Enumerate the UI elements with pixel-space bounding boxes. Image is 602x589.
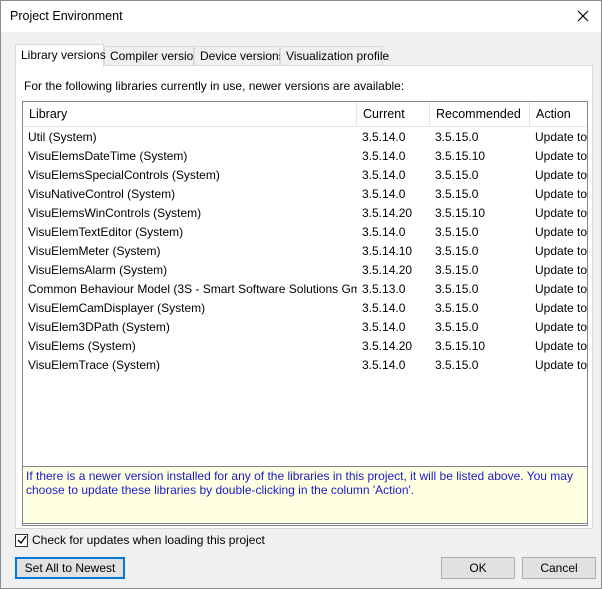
tab-library-versions[interactable]: Library versions [15,44,106,67]
cell-action[interactable]: Update to [530,356,587,375]
cell-action[interactable]: Update to [530,147,587,166]
cell-current: 3.5.14.0 [362,358,406,372]
ok-label: OK [469,561,487,575]
cell-current: 3.5.14.0 [362,301,406,315]
cell-recommended: 3.5.15.0 [435,301,479,315]
cancel-label: Cancel [540,561,578,575]
info-message: If there is a newer version installed fo… [22,466,588,524]
cell-action[interactable]: Update to [530,204,587,223]
cell-library: VisuElemsWinControls (System) [28,206,202,220]
cell-library: VisuElemsDateTime (System) [28,149,188,163]
column-header-action[interactable]: Action [530,102,587,127]
intro-text: For the following libraries currently in… [24,79,405,93]
cell-action[interactable]: Update to [530,299,587,318]
checkmark-icon [17,535,27,545]
cell-recommended: 3.5.15.10 [435,339,486,353]
tab-label: Device versions [200,49,285,63]
cell-action[interactable]: Update to [530,223,587,242]
table-row[interactable]: VisuElems (System) 3.5.14.20 3.5.15.10 Upda… [23,337,587,356]
ok-button[interactable]: OK [441,557,515,579]
cell-current: 3.5.14.0 [362,225,406,239]
library-versions-panel: For the following libraries currently in… [15,65,593,529]
table-row[interactable]: Util (System) 3.5.14.0 3.5.15.0 Update to [23,128,587,147]
close-icon [577,10,589,22]
cell-recommended: 3.5.15.10 [435,206,486,220]
cell-library: VisuElemMeter (System) [28,244,161,258]
table-row[interactable]: VisuElemsDateTime (System) 3.5.14.0 3.5.15… [23,147,587,166]
cell-current: 3.5.14.20 [362,339,413,353]
cell-current: 3.5.14.20 [362,206,413,220]
check-updates-label: Check for updates when loading this proj… [32,533,265,547]
cell-recommended: 3.5.15.0 [435,187,479,201]
cell-recommended: 3.5.15.0 [435,282,479,296]
cell-recommended: 3.5.15.0 [435,320,479,334]
check-updates-checkbox[interactable] [15,533,28,547]
cell-library: VisuNativeControl (System) [28,187,176,201]
table-row[interactable]: VisuElemsAlarm (System) 3.5.14.20 3.5.15.0… [23,261,587,280]
cell-library: VisuElem3DPath (System) [28,320,170,334]
cell-library: Util (System) [28,130,97,144]
column-header-library[interactable]: Library [23,102,357,127]
cell-library: VisuElems (System) [28,339,136,353]
cell-library: VisuElemTrace (System) [28,358,161,372]
project-environment-dialog: Project Environment Library versions Com… [0,0,602,589]
table-row[interactable]: VisuElemCamDisplayer (System) 3.5.14.0 3.5… [23,299,587,318]
tab-visualization-profile[interactable]: Visualization profile [280,46,389,66]
window-title: Project Environment [10,9,123,23]
cell-action[interactable]: Update to [530,337,587,356]
table-row[interactable]: Common Behaviour Model (3S - Smart Softw… [23,280,587,299]
cell-library: VisuElemCamDisplayer (System) [28,301,206,315]
table-row[interactable]: VisuNativeControl (System) 3.5.14.0 3.5.15… [23,185,587,204]
close-button[interactable] [571,5,595,27]
table-row[interactable]: VisuElem3DPath (System) 3.5.14.0 3.5.15.0 U… [23,318,587,337]
cell-current: 3.5.14.0 [362,149,406,163]
check-updates-row[interactable]: Check for updates when loading this proj… [15,532,265,548]
set-all-label: Set All to Newest [24,561,116,575]
cell-current: 3.5.14.10 [362,244,413,258]
cell-current: 3.5.14.0 [362,320,406,334]
cell-recommended: 3.5.15.0 [435,225,479,239]
cell-current: 3.5.14.0 [362,187,406,201]
cell-recommended: 3.5.15.0 [435,263,479,277]
cell-action[interactable]: Update to [530,318,587,337]
cell-action[interactable]: Update to [530,242,587,261]
cell-action[interactable]: Update to [530,166,587,185]
cell-action[interactable]: Update to [530,261,587,280]
cancel-button[interactable]: Cancel [522,557,596,579]
tab-device-versions[interactable]: Device versions [194,46,285,66]
table-row[interactable]: VisuElemTextEditor (System) 3.5.14.0 3.5.1… [23,223,587,242]
cell-action[interactable]: Update to [530,185,587,204]
cell-action[interactable]: Update to [530,128,587,147]
cell-library: VisuElemsAlarm (System) [28,263,168,277]
tab-label: Library versions [21,48,106,62]
cell-current: 3.5.13.0 [362,282,406,296]
column-header-recommended[interactable]: Recommended [430,102,530,127]
column-header-current[interactable]: Current [357,102,430,127]
cell-recommended: 3.5.15.0 [435,358,479,372]
cell-library: VisuElemsSpecialControls (System) [28,168,220,182]
title-bar: Project Environment [1,1,601,32]
library-table[interactable]: Library Current Recommended Action Util … [22,101,588,526]
cell-current: 3.5.14.0 [362,130,406,144]
cell-recommended: 3.5.15.0 [435,168,479,182]
cell-library: Common Behaviour Model (3S - Smart Softw… [28,282,357,296]
cell-library: VisuElemTextEditor (System) [28,225,184,239]
cell-recommended: 3.5.15.10 [435,149,486,163]
set-all-to-newest-button[interactable]: Set All to Newest [15,557,125,579]
cell-recommended: 3.5.15.0 [435,244,479,258]
cell-current: 3.5.14.0 [362,168,406,182]
table-row[interactable]: VisuElemMeter (System) 3.5.14.10 3.5.15.0 U… [23,242,587,261]
tab-compiler-version[interactable]: Compiler version [104,46,200,66]
cell-action[interactable]: Update to [530,280,587,299]
table-row[interactable]: VisuElemsSpecialControls (System) 3.5.14.… [23,166,587,185]
table-row[interactable]: VisuElemTrace (System) 3.5.14.0 3.5.15.0 Up… [23,356,587,375]
cell-recommended: 3.5.15.0 [435,130,479,144]
tab-label: Visualization profile [286,49,390,63]
table-row[interactable]: VisuElemsWinControls (System) 3.5.14.20 3.… [23,204,587,223]
cell-current: 3.5.14.20 [362,263,413,277]
table-header: Library Current Recommended Action [23,102,587,127]
tab-label: Compiler version [110,49,201,63]
